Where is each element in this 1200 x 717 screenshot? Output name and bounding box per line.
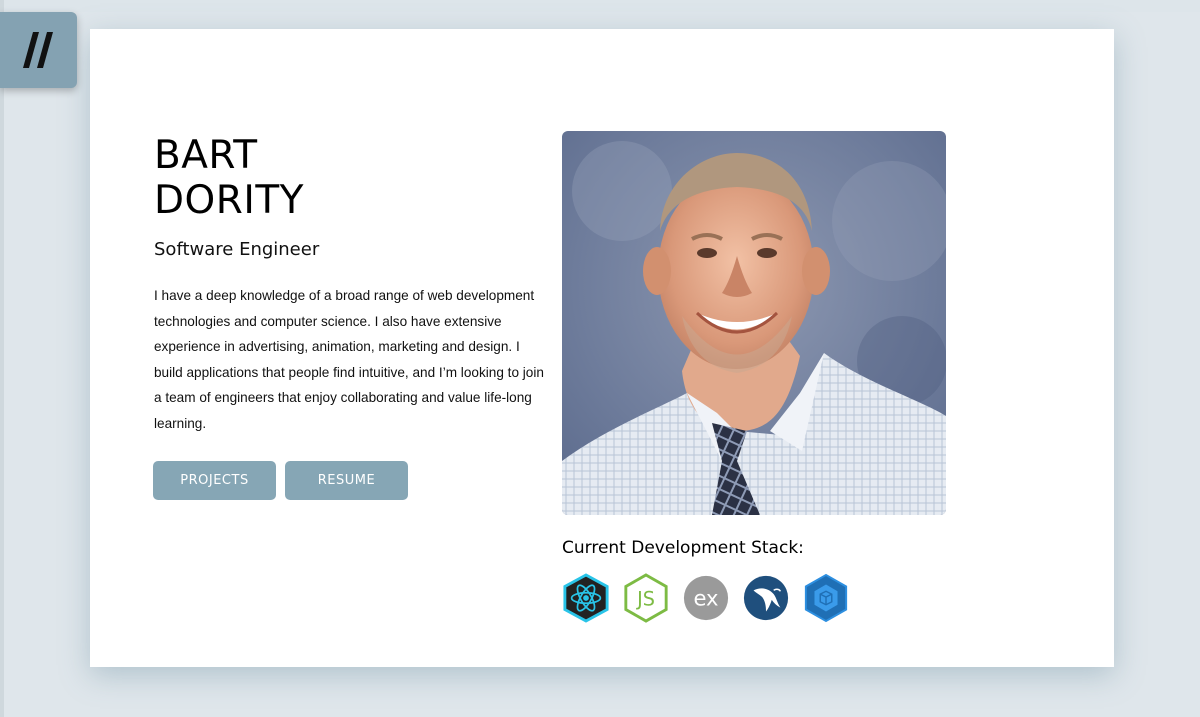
last-name: DORITY (154, 178, 304, 223)
top-strip (0, 0, 1200, 12)
stack-icons: JS ex (562, 572, 850, 624)
sequelize-icon (802, 572, 850, 624)
page: BART DORITY Software Engineer I have a d… (0, 0, 1200, 717)
projects-button[interactable]: PROJECTS (153, 461, 276, 500)
stack-title: Current Development Stack: (562, 538, 804, 558)
first-name: BART (154, 133, 258, 178)
express-label: ex (693, 586, 718, 611)
resume-button[interactable]: RESUME (285, 461, 408, 500)
react-icon (562, 572, 610, 624)
hero-card: BART DORITY Software Engineer I have a d… (90, 29, 1114, 667)
left-edge (0, 0, 4, 717)
menu-toggle-button[interactable] (0, 12, 77, 88)
bio-paragraph: I have a deep knowledge of a broad range… (154, 288, 544, 431)
double-slash-menu-icon (22, 32, 53, 68)
nodejs-icon: JS (622, 572, 670, 624)
mysql-icon (742, 572, 790, 624)
profile-photo (562, 131, 946, 515)
nodejs-label: JS (636, 588, 655, 611)
job-title: Software Engineer (154, 239, 320, 260)
express-icon: ex (682, 572, 730, 624)
page-title: BART DORITY (154, 133, 304, 223)
